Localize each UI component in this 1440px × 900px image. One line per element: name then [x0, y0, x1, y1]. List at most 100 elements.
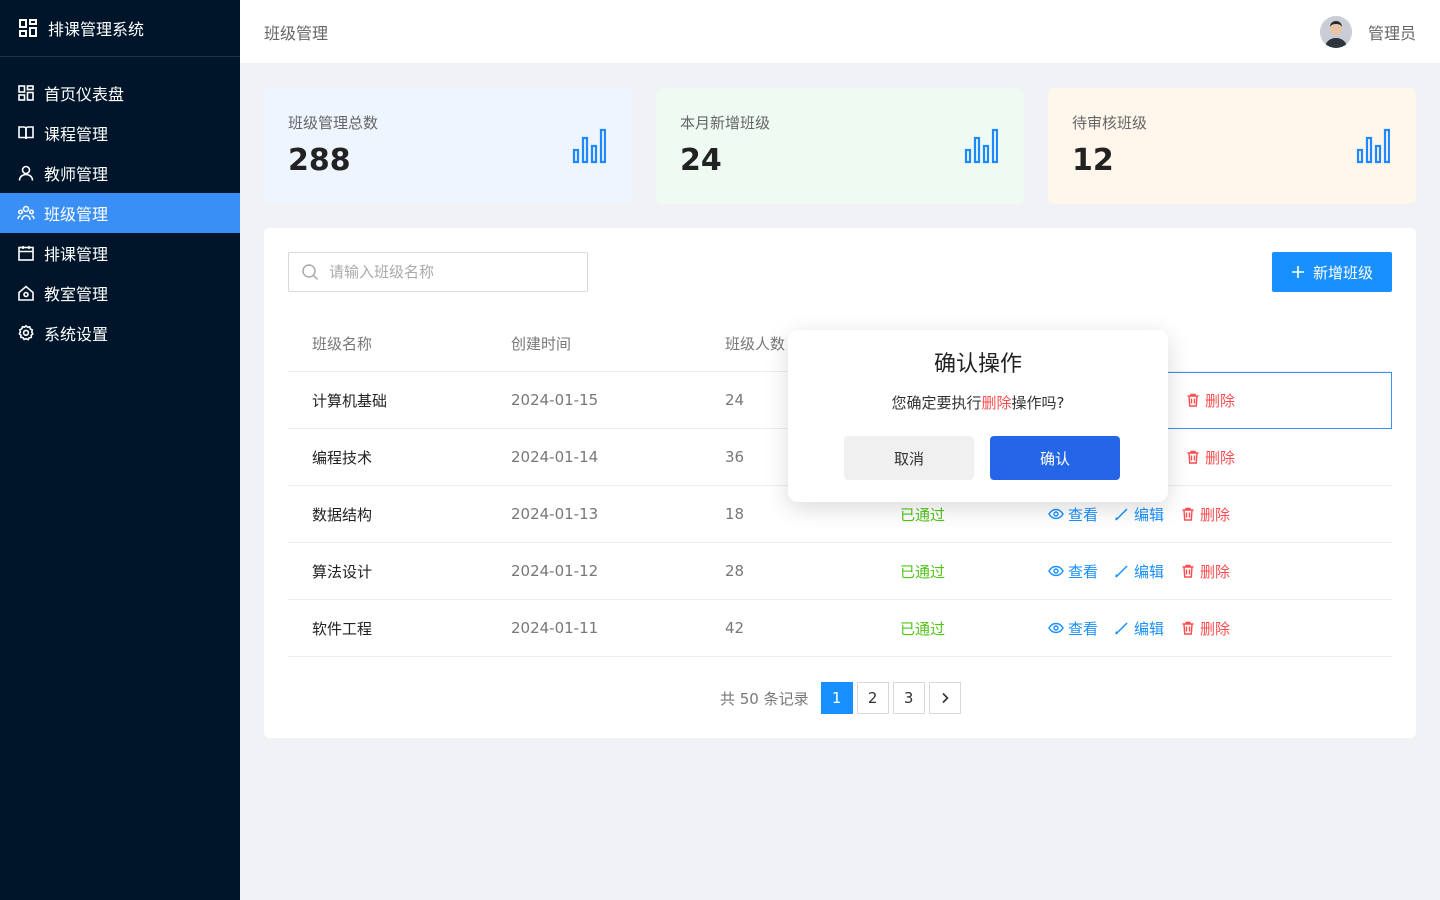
dialog-message: 您确定要执行删除操作吗?: [891, 394, 1065, 412]
team-icon: [17, 204, 35, 222]
table-row: 算法设计 2024-01-12 28 已通过 查看 编辑 删除: [288, 543, 1392, 600]
search-icon: [302, 264, 319, 281]
sidebar-item-label: 首页仪表盘: [44, 85, 125, 104]
home-icon: [17, 284, 35, 302]
app-logo-icon: [19, 19, 37, 37]
delete-button[interactable]: 删除: [1180, 504, 1230, 525]
sidebar-item-label: 课程管理: [44, 125, 109, 144]
avatar[interactable]: [1319, 15, 1352, 48]
bar-chart-icon: [964, 128, 998, 164]
dashboard-icon: [17, 84, 35, 102]
sidebar-item-settings[interactable]: 系统设置: [0, 313, 240, 353]
eye-icon: [1048, 622, 1064, 634]
brand: 排课管理系统: [0, 0, 240, 57]
sidebar: 排课管理系统 首页仪表盘 课程管理 教师管理 班级管理 排课管理 教室管理 系统…: [0, 0, 240, 900]
trash-icon: [1182, 507, 1194, 521]
status-badge: 已通过: [900, 562, 946, 581]
trash-icon: [1187, 450, 1199, 464]
edit-icon: [1115, 622, 1128, 635]
delete-button[interactable]: 删除: [1180, 561, 1230, 582]
trash-icon: [1187, 393, 1199, 407]
eye-icon: [1048, 508, 1064, 520]
sidebar-item-courses[interactable]: 课程管理: [0, 113, 240, 153]
user-menu[interactable]: 管理员: [1319, 15, 1416, 48]
username: 管理员: [1367, 23, 1416, 43]
add-class-button[interactable]: 新增班级: [1272, 252, 1392, 292]
page-3-button[interactable]: 3: [892, 682, 925, 714]
confirm-button[interactable]: 确认: [990, 436, 1120, 480]
class-name: 算法设计: [312, 562, 373, 581]
dialog-title: 确认操作: [933, 352, 1022, 377]
bar-chart-icon: [1356, 128, 1390, 164]
page-1-button[interactable]: 1: [820, 682, 853, 714]
delete-button[interactable]: 删除: [1185, 447, 1235, 468]
table-row: 软件工程 2024-01-11 42 已通过 查看 编辑 删除: [288, 600, 1392, 657]
dialog-action-word: 删除: [981, 394, 1012, 412]
plus-icon: [1291, 266, 1304, 278]
stat-label: 待审核班级: [1072, 114, 1148, 132]
sidebar-item-schedule[interactable]: 排课管理: [0, 233, 240, 273]
class-name: 软件工程: [312, 619, 373, 638]
stat-card-new: 本月新增班级 24: [656, 88, 1024, 204]
sidebar-item-label: 教室管理: [44, 285, 109, 304]
edit-button[interactable]: 编辑: [1114, 504, 1164, 525]
view-button[interactable]: 查看: [1048, 561, 1098, 582]
edit-button[interactable]: 编辑: [1114, 561, 1164, 582]
created-date: 2024-01-11: [511, 619, 599, 637]
edit-button[interactable]: 编辑: [1114, 618, 1164, 639]
sidebar-item-label: 排课管理: [44, 245, 109, 264]
column-header-count: 班级人数: [725, 335, 786, 353]
eye-icon: [1048, 565, 1064, 577]
stat-value: 12: [1072, 143, 1114, 178]
student-count: 24: [725, 391, 745, 409]
view-button[interactable]: 查看: [1048, 504, 1098, 525]
page-2-button[interactable]: 2: [856, 682, 889, 714]
stat-label: 本月新增班级: [680, 114, 771, 132]
stat-card-pending: 待审核班级 12: [1048, 88, 1416, 204]
stat-value: 24: [680, 143, 722, 178]
breadcrumb: 班级管理: [264, 23, 329, 43]
sidebar-menu: 首页仪表盘 课程管理 教师管理 班级管理 排课管理 教室管理 系统设置: [0, 73, 240, 353]
student-count: 28: [725, 562, 745, 580]
chevron-right-icon: [942, 692, 949, 704]
class-name: 数据结构: [312, 505, 373, 524]
edit-icon: [1115, 508, 1128, 521]
sidebar-item-classrooms[interactable]: 教室管理: [0, 273, 240, 313]
student-count: 42: [725, 619, 745, 637]
sidebar-item-teachers[interactable]: 教师管理: [0, 153, 240, 193]
sidebar-item-label: 班级管理: [44, 205, 109, 224]
calendar-icon: [17, 244, 35, 262]
total-records: 共 50 条记录: [720, 689, 809, 708]
student-count: 18: [725, 505, 745, 523]
stat-card-total: 班级管理总数 288: [264, 88, 632, 204]
view-button[interactable]: 查看: [1048, 618, 1098, 639]
cancel-button[interactable]: 取消: [844, 436, 974, 480]
sidebar-item-label: 教师管理: [44, 165, 109, 184]
search-box[interactable]: [288, 252, 588, 292]
class-name: 编程技术: [312, 448, 373, 467]
gear-icon: [17, 324, 35, 342]
trash-icon: [1182, 564, 1194, 578]
next-page-button[interactable]: [928, 682, 961, 714]
row-actions: 查看 编辑 删除: [1048, 600, 1246, 656]
created-date: 2024-01-12: [511, 562, 599, 580]
status-badge: 已通过: [900, 619, 946, 638]
class-name: 计算机基础: [312, 391, 388, 410]
sidebar-item-classes[interactable]: 班级管理: [0, 193, 240, 233]
top-header: 班级管理 管理员: [240, 0, 1440, 63]
bar-chart-icon: [572, 128, 606, 164]
add-class-label: 新增班级: [1312, 263, 1373, 282]
sidebar-item-label: 系统设置: [44, 325, 109, 344]
stat-value: 288: [288, 143, 351, 178]
delete-button[interactable]: 删除: [1180, 618, 1230, 639]
row-actions: 查看 编辑 删除: [1048, 543, 1246, 599]
search-input[interactable]: [329, 263, 569, 281]
stat-label: 班级管理总数: [288, 114, 379, 132]
created-date: 2024-01-15: [511, 391, 599, 409]
delete-button[interactable]: 删除: [1185, 390, 1235, 411]
user-icon: [17, 164, 35, 182]
sidebar-item-dashboard[interactable]: 首页仪表盘: [0, 73, 240, 113]
pagination: 共 50 条记录 1 2 3: [720, 682, 961, 714]
confirm-dialog: 确认操作 您确定要执行删除操作吗? 取消 确认: [788, 330, 1168, 502]
created-date: 2024-01-13: [511, 505, 599, 523]
